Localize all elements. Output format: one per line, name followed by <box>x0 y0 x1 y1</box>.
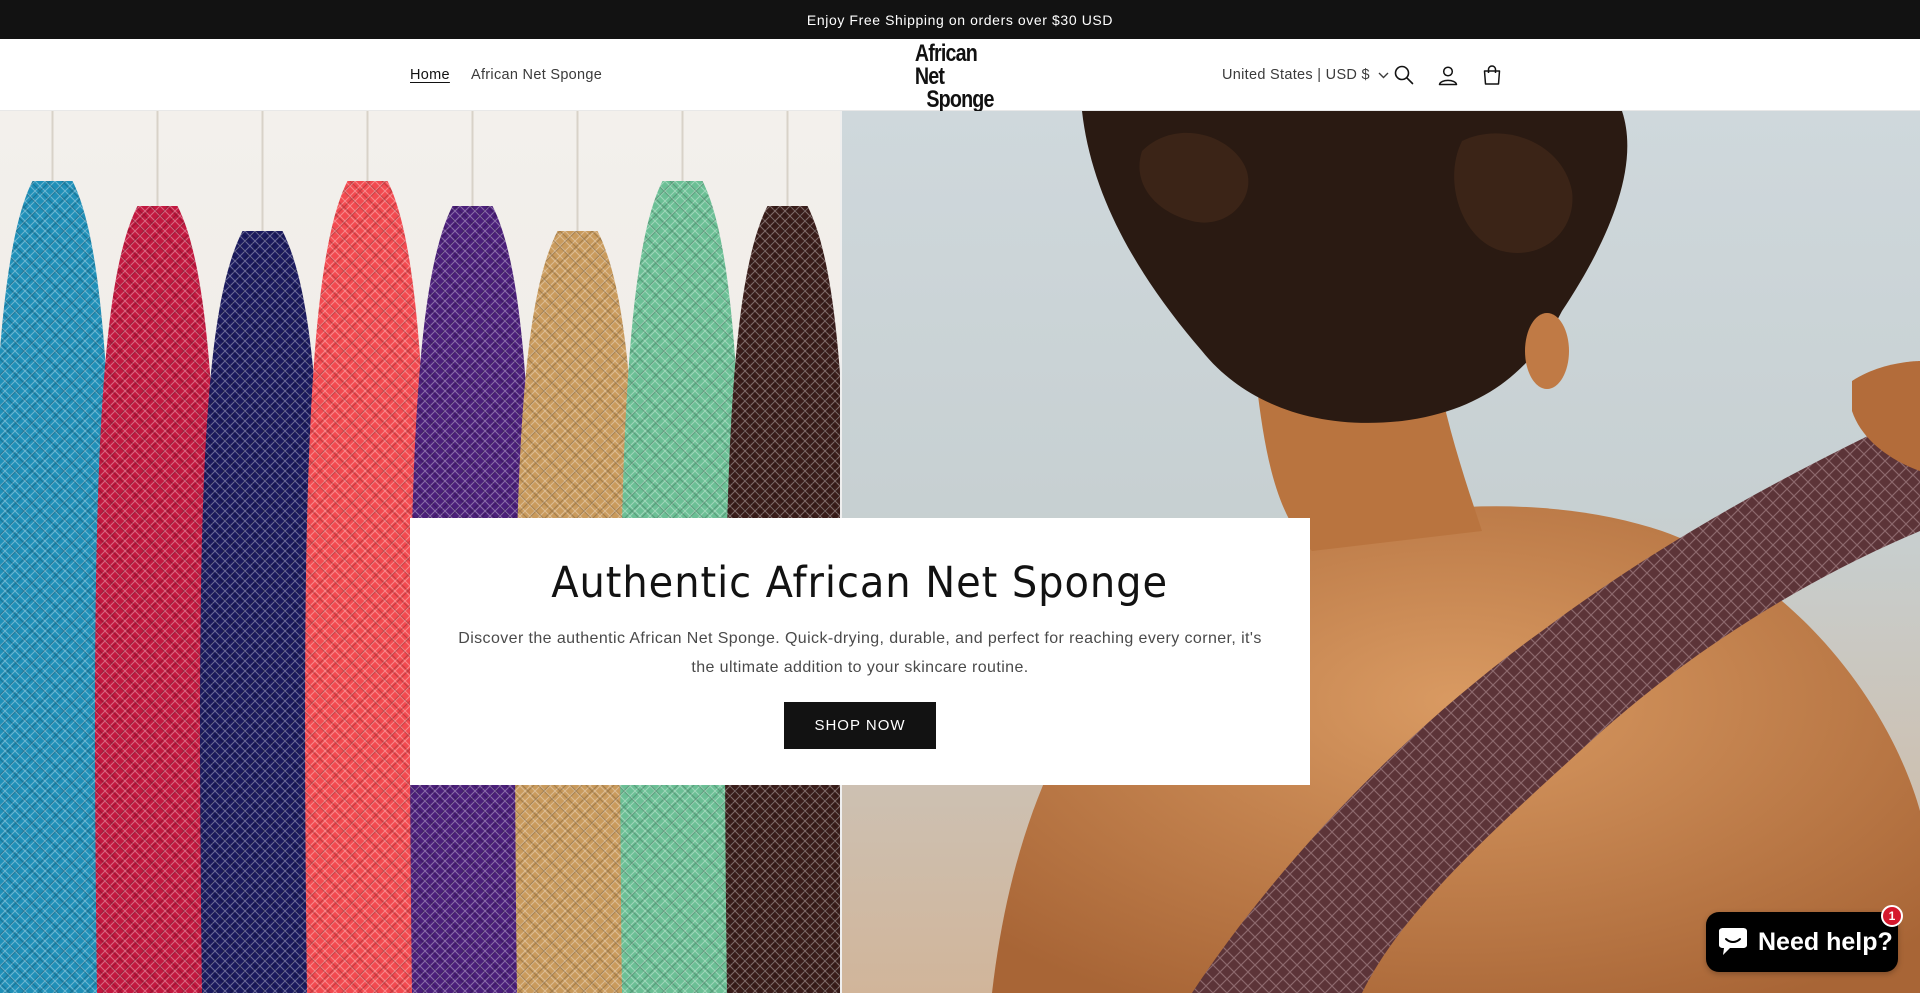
account-icon <box>1438 66 1458 86</box>
search-icon <box>1394 65 1414 85</box>
search-button[interactable] <box>1390 61 1418 89</box>
chat-bubble-icon <box>1719 928 1747 955</box>
chevron-down-icon <box>1378 72 1389 78</box>
cart-button[interactable] <box>1478 61 1506 89</box>
chat-widget-button[interactable]: Need help? 1 <box>1706 905 1903 972</box>
logo-line-2: Sponge <box>926 85 994 113</box>
nav-home-link[interactable]: Home <box>410 39 450 111</box>
announcement-bar: Enjoy Free Shipping on orders over $30 U… <box>0 0 1920 39</box>
account-button[interactable] <box>1434 61 1462 89</box>
hero-content-box: Authentic African Net Sponge Discover th… <box>410 518 1310 785</box>
site-header: Home African Net Sponge African Net Spon… <box>0 39 1920 111</box>
chat-notification-badge: 1 <box>1881 905 1903 927</box>
logo-line-1: African Net <box>914 39 978 90</box>
shop-now-button[interactable]: SHOP NOW <box>784 702 936 749</box>
hero-banner: Authentic African Net Sponge Discover th… <box>0 111 1920 993</box>
hero-description: Discover the authentic African Net Spong… <box>458 630 1262 676</box>
country-currency-label: United States | USD $ <box>1222 67 1370 83</box>
store-logo[interactable]: African Net Sponge <box>915 41 1005 111</box>
sponge-mesh-shadow <box>95 206 220 993</box>
cart-icon <box>1483 65 1501 85</box>
announcement-text: Enjoy Free Shipping on orders over $30 U… <box>806 11 1114 28</box>
hero-title: Authentic African Net Sponge <box>551 558 1169 608</box>
country-currency-selector[interactable]: United States | USD $ <box>1222 39 1389 111</box>
chat-widget-label: Need help? <box>1758 927 1893 956</box>
nav-african-net-sponge-link[interactable]: African Net Sponge <box>471 39 602 111</box>
